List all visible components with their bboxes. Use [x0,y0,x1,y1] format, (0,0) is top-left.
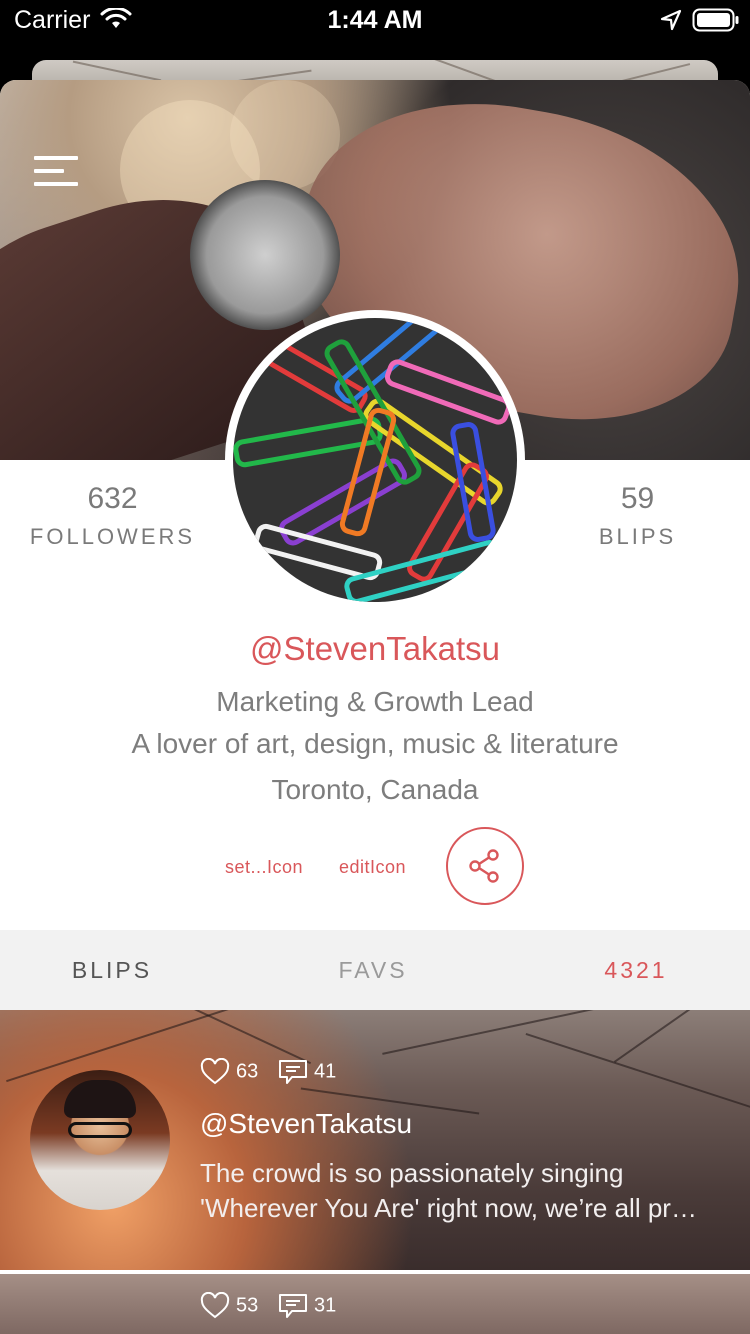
status-bar: Carrier 1:44 AM [0,0,750,40]
blip-text-line-1: The crowd is so passionately singing [200,1158,624,1188]
tab-blips[interactable]: BLIPS [0,957,237,984]
profile-avatar-frame [225,310,525,610]
settings-button[interactable]: set...Icon [225,857,303,878]
blips-stat[interactable]: 59 BLIPS [525,482,750,550]
hamburger-menu-icon[interactable] [34,156,80,188]
comment-icon [279,1060,307,1084]
blip-text: The crowd is so passionately singing 'Wh… [200,1156,720,1226]
profile-bio: A lover of art, design, music & literatu… [131,728,619,759]
heart-icon [200,1291,230,1319]
followers-count: 632 [87,482,138,515]
comment-icon [279,1294,307,1318]
blip-comments[interactable]: 41 [278,1058,336,1086]
blip-comments[interactable]: 31 [278,1292,336,1320]
blip-card[interactable]: 53 31 [0,1270,750,1334]
profile-avatar[interactable] [233,318,517,602]
profile-handle[interactable]: @StevenTakatsu [0,630,750,668]
heart-icon [200,1057,230,1085]
blip-author-handle[interactable]: @StevenTakatsu [200,1108,412,1140]
blip-likes[interactable]: 53 [200,1291,259,1320]
followers-label: FOLLOWERS [29,524,196,549]
tab-count[interactable]: 4321 [511,957,750,984]
location-arrow-icon [660,9,682,36]
battery-icon [692,8,740,37]
share-button[interactable] [446,827,524,905]
blip-likes-count: 63 [236,1060,259,1083]
profile-tab-bar: BLIPS FAVS 4321 [0,930,750,1010]
blips-count: 59 [620,482,655,515]
blip-likes[interactable]: 63 [200,1057,259,1086]
clock-time: 1:44 AM [327,6,423,34]
profile-role: Marketing & Growth Lead [216,686,534,717]
share-icon [469,849,499,883]
blip-comments-count: 31 [314,1294,337,1317]
blip-comments-count: 41 [314,1060,337,1083]
blip-author-avatar[interactable] [30,1070,170,1210]
blip-card[interactable]: 63 41 @StevenTakatsu The crowd is so pas… [0,1010,750,1270]
blip-likes-count: 53 [236,1294,259,1317]
edit-button[interactable]: editIcon [339,857,406,878]
profile-card: 632 FOLLOWERS 59 BLIPS @StevenTakatsu Ma… [0,80,750,1334]
tab-favs[interactable]: FAVS [248,957,498,984]
profile-location: Toronto, Canada [271,774,479,805]
blip-text-line-2: 'Wherever You Are' right now, we’re all … [200,1193,697,1223]
blips-label: BLIPS [598,524,677,549]
followers-stat[interactable]: 632 FOLLOWERS [0,482,225,550]
